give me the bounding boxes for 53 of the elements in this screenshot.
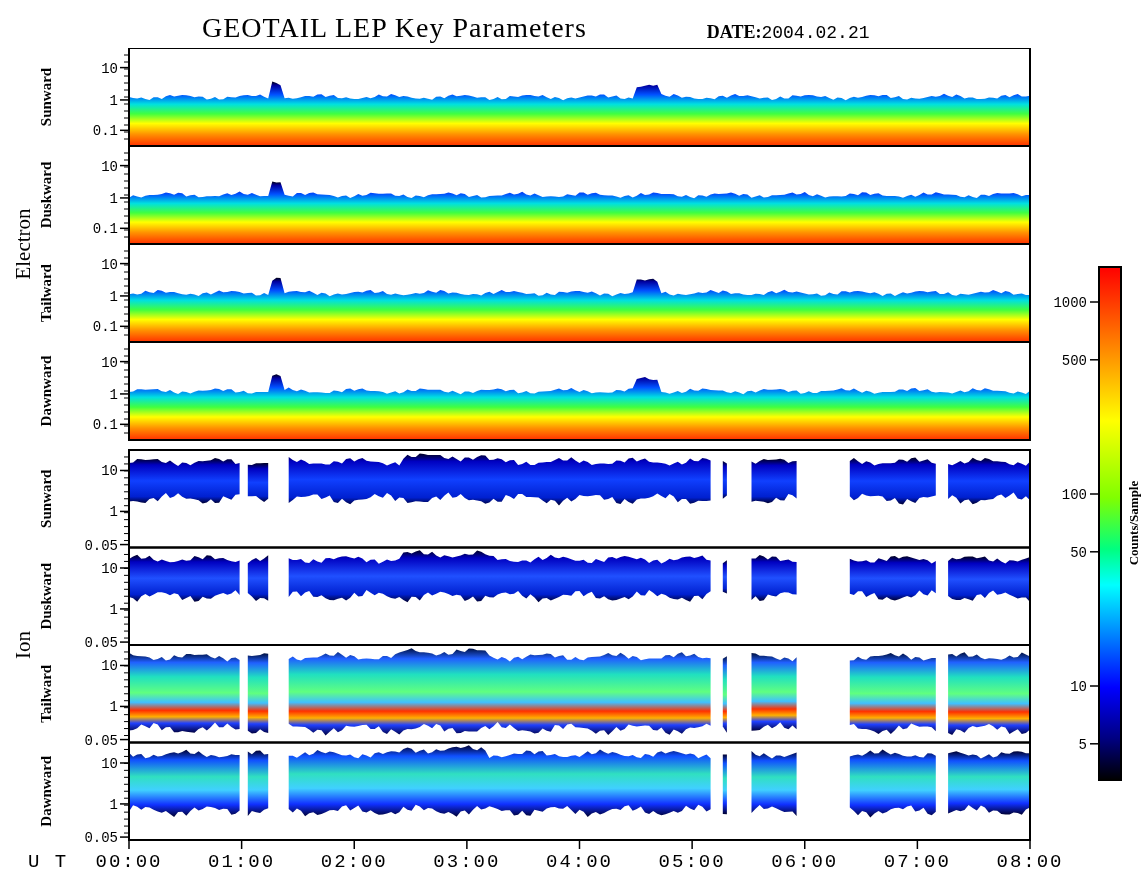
colorbar-label: Counts/Sample xyxy=(1126,480,1141,566)
colorbar-tick-label: 100 xyxy=(1061,487,1087,503)
axis-tick-label: 0.05 xyxy=(84,732,118,749)
time-tick-label: 03:00 xyxy=(433,851,501,873)
time-tick-label: 08:00 xyxy=(996,851,1064,873)
axis-tick-label: 1 xyxy=(109,504,118,521)
time-tick-label: 05:00 xyxy=(658,851,726,873)
time-tick-label: 04:00 xyxy=(546,851,613,873)
axis-tick-label: 0.1 xyxy=(92,123,118,140)
plot-title: GEOTAIL LEP Key Parameters xyxy=(202,14,587,42)
axis-tick-label: 10 xyxy=(101,560,118,577)
panel-label: Sunward xyxy=(38,469,54,528)
axis-tick-label: 10 xyxy=(101,755,118,772)
panel-label: Dawnward xyxy=(38,755,54,827)
axis-tick-label: 1 xyxy=(109,601,118,618)
axis-tick-label: 0.05 xyxy=(84,635,118,652)
axis-tick-label: 10 xyxy=(101,256,118,273)
axis-label: U T xyxy=(28,851,69,873)
colorbar-tick-label: 500 xyxy=(1061,352,1087,369)
axis-tick-label: 1 xyxy=(109,699,118,716)
time-tick-label: 07:00 xyxy=(883,851,951,873)
panel-label: Dawnward xyxy=(38,355,54,427)
time-tick-label: 00:00 xyxy=(95,851,163,873)
axis-tick-label: 10 xyxy=(101,463,118,480)
panel-label: Duskward xyxy=(38,562,54,630)
axis-tick-label: 1 xyxy=(109,386,118,403)
axis-tick-label: 10 xyxy=(101,158,118,175)
panel-label: Tailward xyxy=(38,264,54,322)
panel-label: Sunward xyxy=(38,67,54,127)
axis-tick-label: 10 xyxy=(101,354,118,371)
colorbar-tick-label: 5 xyxy=(1078,736,1087,753)
axis-tick-label: 10 xyxy=(101,60,118,77)
axis-tick-label: 1 xyxy=(109,190,118,207)
axis-tick-label: 0.1 xyxy=(92,417,118,434)
colorbar-tick-label: 1000 xyxy=(1053,295,1087,311)
axis-tick-label: 0.05 xyxy=(84,830,118,847)
axis-tick-label: 0.1 xyxy=(92,319,118,336)
panel-label: Duskward xyxy=(38,161,54,229)
axis-tick-label: 1 xyxy=(109,92,118,109)
axis-tick-label: 1 xyxy=(109,288,118,305)
axis-tick-label: 0.05 xyxy=(84,537,118,554)
axis-tick-label: 10 xyxy=(101,658,118,675)
panel-label: Tailward xyxy=(38,664,54,723)
time-tick-label: 06:00 xyxy=(771,851,839,873)
group-label: Ion xyxy=(11,631,35,659)
colorbar-tick-label: 50 xyxy=(1070,544,1087,561)
time-tick-label: 02:00 xyxy=(320,851,388,873)
axis-tick-label: 0.1 xyxy=(92,221,118,238)
date-label: DATE:2004.02.21 xyxy=(706,23,870,42)
group-label: Electron xyxy=(11,208,35,280)
axis-tick-label: 1 xyxy=(109,796,118,813)
time-tick-label: 01:00 xyxy=(208,851,276,873)
colorbar-tick-label: 10 xyxy=(1070,679,1087,695)
